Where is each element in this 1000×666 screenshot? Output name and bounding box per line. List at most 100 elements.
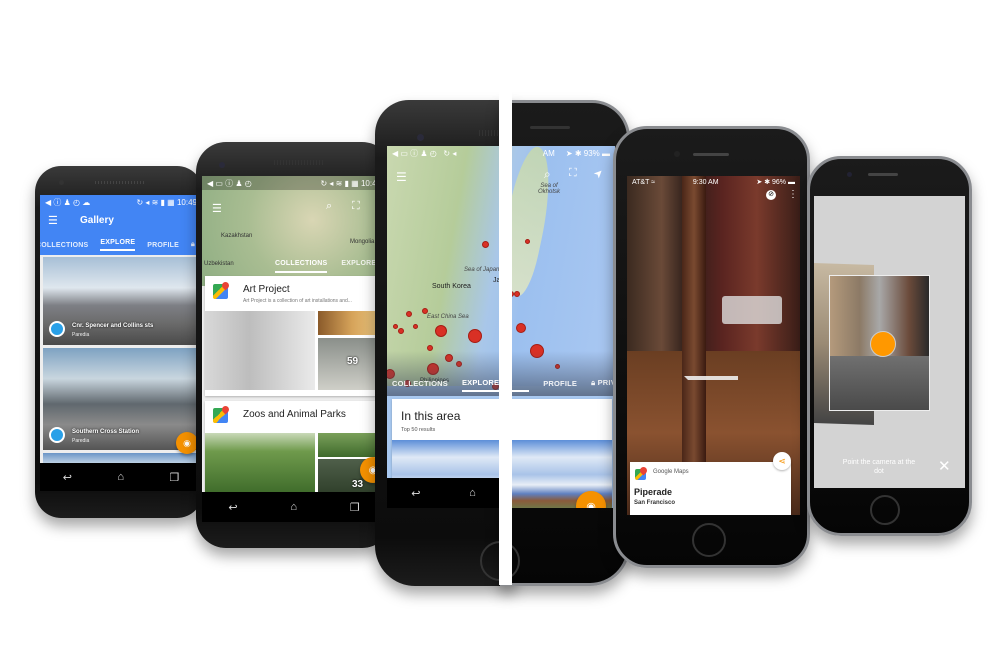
paredia-avatar [49,427,65,443]
item-title: Cnr. Spencer and Collins sts [72,323,154,329]
phone-collections: Kazakhstan Mongolia Uzbekistan ◀ ▭ ⓘ ♟ ◴… [196,142,392,548]
list-item[interactable]: Southern Cross Station Paredia [43,348,199,450]
menu-icon[interactable]: ☰ [212,202,222,215]
map-marker[interactable] [468,329,482,343]
collection-card-art-project[interactable]: Art Project Art Project is a collection … [205,276,386,396]
item-subtitle: Paredia [72,332,90,338]
map-marker[interactable] [412,323,418,329]
status-bar: ◀ ▭ ⓘ ♟ ◴ ↻ ◂ ≋ ▮ ▦ 10:46 [202,176,386,190]
map-marker[interactable] [435,325,447,337]
search-icon[interactable]: ⌕ [544,167,551,182]
back-button[interactable]: ↩ [228,501,237,514]
camera-icon: ◉ [183,437,191,448]
map-label: Kazakhstan [221,233,253,239]
battery: ➤ ✱ 96% ▬ [756,179,795,186]
android-nav-bar: ↩ ⌂ ❐ [202,492,386,522]
phone-camera-capture: Point the camera at the dot ✕ [807,156,972,536]
google-maps-logo [635,469,646,480]
menu-icon[interactable]: ☰ [396,170,407,184]
recents-button[interactable]: ❐ [350,501,360,514]
map-marker[interactable] [392,323,398,329]
recents-button[interactable]: ❐ [169,471,179,484]
place-card[interactable]: Google Maps Piperade San Francisco [630,462,791,515]
share-button[interactable]: ⋖ [773,452,791,470]
map-label: Sea of Okhotsk [537,183,560,195]
carrier: AT&T ≈ [632,178,656,186]
collection-photo-main [205,311,315,390]
front-camera [847,172,852,177]
notification-icons: ◀ ⓘ ♟ ◴ ☁ [45,197,91,207]
compass-icon[interactable]: ⊘ [766,190,776,200]
status-time: AM [542,148,555,158]
list-item[interactable] [43,453,199,463]
split-divider [499,85,512,585]
earpiece [693,153,729,156]
map-marker[interactable] [406,311,412,317]
front-camera [674,151,680,157]
collection-card-zoos[interactable]: Zoos and Animal Parks 33 [205,401,386,494]
fullscreen-icon[interactable]: ⛶ [569,167,577,180]
map-marker[interactable] [514,291,520,297]
front-camera [219,162,225,168]
back-button[interactable]: ↩ [411,487,420,500]
home-button[interactable]: ⌂ [117,471,124,483]
capture-screen: Point the camera at the dot ✕ [814,196,965,488]
collections-screen: Kazakhstan Mongolia Uzbekistan ◀ ▭ ⓘ ♟ ◴… [202,176,386,494]
tab-explore[interactable]: EXPLORE [100,239,136,251]
tab-profile[interactable]: PROFILE [543,379,577,392]
front-camera [417,134,424,141]
gallery-screen: ◀ ⓘ ♟ ◴ ☁ ↻ ◂ ≋ ▮ ▦ 10:49 ☰ Gallery COLL… [40,195,202,491]
collection-description: Art Project is a collection of art insta… [243,298,352,304]
menu-icon[interactable]: ☰ [48,214,58,227]
tab-profile[interactable]: PROFILE [147,242,179,249]
map-marker[interactable] [524,238,530,244]
tab-explore[interactable]: EXPLORE [461,378,530,392]
map-marker[interactable] [422,308,428,314]
tab-explore[interactable]: EXPLORE [341,260,376,273]
collection-title: Art Project [243,284,290,295]
app-title: Gallery [80,215,114,226]
map-marker[interactable] [516,323,526,333]
search-icon[interactable]: ⌕ [326,200,332,213]
item-title: Southern Cross Station [72,429,140,435]
back-button[interactable]: ↩ [63,471,72,484]
navigation-arrows[interactable] [684,376,738,410]
map-label: Mongolia [350,239,375,245]
home-button[interactable] [870,495,900,525]
list-item[interactable]: Cnr. Spencer and Collins sts Paredia [43,257,199,345]
notification-icons: ◀ ▭ ⓘ ♟ ◴ ↻ ◂ [392,148,457,158]
more-options-icon[interactable]: ⋮ [788,189,798,200]
status-bar: ◀ ⓘ ♟ ◴ ☁ ↻ ◂ ≋ ▮ ▦ 10:49 [40,195,202,209]
place-title: Piperade [634,487,673,497]
place-subtitle: San Francisco [634,500,676,506]
notification-icons: ◀ ▭ ⓘ ♟ ◴ [207,178,252,188]
capture-instruction: Point the camera at the dot [842,459,916,475]
phone-gallery: ◀ ⓘ ♟ ◴ ☁ ↻ ◂ ≋ ▮ ▦ 10:49 ☰ Gallery COLL… [35,166,203,518]
tab-collections[interactable]: COLLECTIONS [40,242,88,249]
battery-level: 93% [583,148,600,158]
status-time: 10:49 [176,197,197,207]
home-button[interactable] [692,523,726,557]
tab-collections[interactable]: COLLECTIONS [275,260,328,273]
camera-icon: ◉ [586,500,596,509]
tab-private[interactable]: 🔒︎ PRIVATE [591,378,615,392]
place-source: Google Maps [653,469,689,475]
map-marker[interactable] [481,240,489,248]
camera-fab[interactable]: ◉ [176,432,198,454]
close-button[interactable]: ✕ [938,457,951,475]
home-button[interactable]: ⌂ [290,501,297,513]
fullscreen-icon[interactable]: ⛶ [352,200,360,213]
collection-photo-main [205,433,315,494]
area-card-subtitle: Top 50 results [401,427,436,433]
tab-collections[interactable]: COLLECTIONS [392,379,448,392]
map-label: Sea of Japan [464,267,500,273]
photo-count: 33 [352,479,364,490]
street-ground [830,356,929,410]
restaurant-tables [722,296,782,324]
system-icons: ↻ ◂ ≋ ▮ ▦ [136,197,177,207]
map-label: Uzbekistan [204,261,234,267]
google-maps-logo [213,408,228,423]
collections-tabs: COLLECTIONS EXPLORE [275,260,376,273]
map-marker[interactable] [398,328,404,334]
home-button[interactable]: ⌂ [469,487,476,499]
